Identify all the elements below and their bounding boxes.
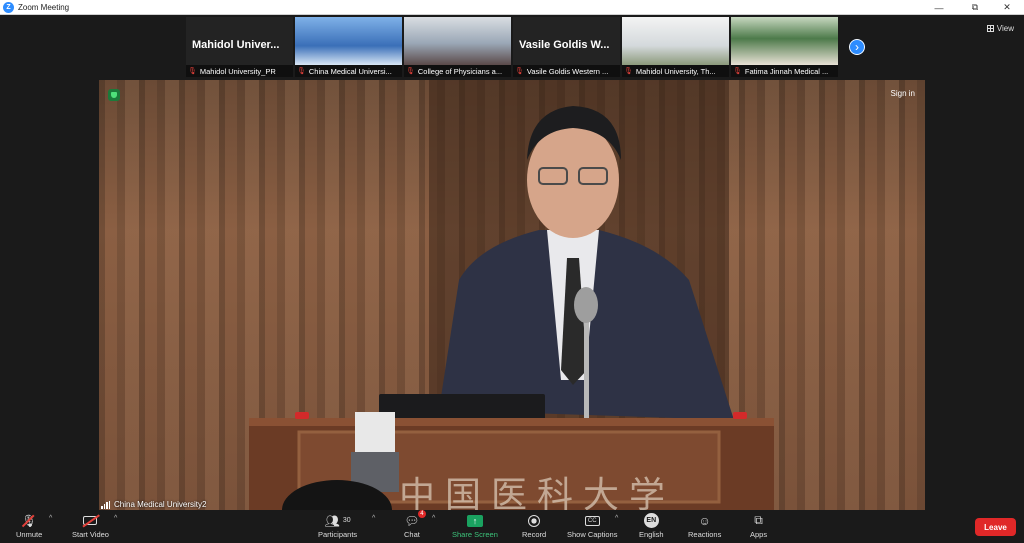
participant-video [404,17,511,65]
maximize-button[interactable]: ⧉ [960,0,990,15]
participant-label: 🎙︎ Mahidol University, Th... [622,65,729,77]
chat-button[interactable]: 💬︎ 4 Chat [404,510,426,539]
english-button[interactable]: EN English [639,512,664,539]
close-button[interactable]: ✕ [992,0,1022,15]
start-video-button[interactable]: Start Video [72,512,109,539]
participant-label-text: College of Physicians a... [417,66,503,76]
share-screen-icon: ↑ [466,514,483,527]
thumbnail-strip: Mahidol Univer... 🎙︎ Mahidol University_P… [186,17,838,77]
speaker-name: China Medical University2 [114,500,207,509]
minimize-button[interactable]: — [924,0,954,15]
show-captions-label: Show Captions [567,530,618,539]
participant-label: 🎙︎ Vasile Goldis Western ... [513,65,620,77]
window-title: Zoom Meeting [18,2,70,12]
participant-video [295,17,402,65]
participant-label: 🎙︎ College of Physicians a... [404,65,511,77]
participant-label-text: Mahidol University_PR [199,66,276,76]
apps-icon: ⧉ [754,513,763,527]
participant-tile[interactable]: Mahidol Univer... 🎙︎ Mahidol University_P… [186,17,293,77]
reactions-icon: ☺︎ [698,513,711,528]
participant-tile[interactable]: 🎙︎ College of Physicians a... [404,17,511,77]
leave-button[interactable]: Leave [975,518,1016,536]
participant-display-name: Vasile Goldis W... [519,39,610,51]
participant-label-text: Mahidol University, Th... [635,66,716,76]
reactions-button[interactable]: ☺︎ Reactions [688,512,722,540]
share-screen-button[interactable]: ↑ Share Screen [452,512,498,539]
reactions-label: Reactions [688,530,722,539]
record-icon [528,512,541,529]
participant-label-text: China Medical Universi... [308,66,392,76]
video-options-chevron-icon[interactable]: ^ [114,515,117,522]
speaker-scene [249,80,774,510]
share-screen-label: Share Screen [452,530,498,539]
participant-tile[interactable]: 🎙︎ Fatima Jinnah Medical ... [731,17,838,77]
captions-icon: CC [584,512,600,529]
participant-label: 🎙︎ Fatima Jinnah Medical ... [731,65,838,77]
mic-muted-icon: 🎙︎ [297,68,306,75]
chat-icon: 💬︎ 4 [404,510,426,528]
speaker-label: China Medical University2 [101,500,206,509]
view-button-label: View [996,24,1014,33]
participant-video [622,17,729,65]
participant-label: 🎙︎ Mahidol University_PR [186,65,293,77]
grid-icon [986,25,994,32]
zoom-logo-icon: Z [3,1,14,13]
chat-badge: 4 [418,510,426,518]
apps-button[interactable]: ⧉ Apps [750,512,767,539]
mic-muted-icon: 🎙︎ [406,68,415,75]
video-off-icon [82,512,101,529]
participant-video [731,17,838,65]
apps-label: Apps [750,530,768,539]
next-page-chevron-icon[interactable]: › [847,37,867,57]
participant-label: 🎙︎ China Medical Universi... [295,65,402,77]
security-shield-icon[interactable] [108,89,120,101]
mic-muted-icon: 🎙︎ [21,512,37,529]
participants-icon: 👥︎ 30 [324,513,351,528]
mic-muted-icon: 🎙︎ [515,68,524,75]
participant-tile[interactable]: 🎙︎ China Medical Universi... [295,17,402,77]
signal-strength-icon [101,501,110,509]
meeting-toolbar: 🎙︎ Unmute ^ Start Video ^ 👥︎30 Participa… [0,510,1024,543]
participant-tile[interactable]: 🎙︎ Mahidol University, Th... [622,17,729,77]
english-label: English [639,530,664,539]
mic-muted-icon: 🎙︎ [733,68,742,75]
record-label: Record [522,530,547,539]
participants-button[interactable]: 👥︎ 30 Participants [318,512,358,540]
unmute-button[interactable]: 🎙︎ Unmute [16,512,43,540]
participant-label-text: Vasile Goldis Western ... [526,66,609,76]
participants-options-chevron-icon[interactable]: ^ [372,515,375,522]
meeting-stage: View Mahidol Univer... 🎙︎ Mahidol Univers… [0,15,1024,510]
podium-engraving: 中国医科大学 [399,475,676,510]
captions-options-chevron-icon[interactable]: ^ [615,515,618,522]
mic-muted-icon: 🎙︎ [188,68,197,75]
language-icon: EN [643,513,659,528]
active-speaker-video: 中国医科大学 Sign in China Medical University2 [99,80,925,510]
participants-count: 30 [342,517,351,524]
audio-options-chevron-icon[interactable]: ^ [49,515,52,522]
participants-label: Participants [318,530,358,539]
record-button[interactable]: Record [522,512,546,539]
start-video-label: Start Video [72,530,109,539]
participant-tile[interactable]: Vasile Goldis W... 🎙︎ Vasile Goldis Weste… [513,17,620,77]
view-button[interactable]: View [986,24,1014,33]
participant-display-name: Mahidol Univer... [192,39,280,51]
chat-options-chevron-icon[interactable]: ^ [432,515,435,522]
sign-in-link[interactable]: Sign in [891,89,915,98]
chat-label: Chat [404,530,420,539]
show-captions-button[interactable]: CC Show Captions [567,512,617,539]
window-titlebar: Z Zoom Meeting [0,0,1024,15]
participant-label-text: Fatima Jinnah Medical ... [744,66,829,76]
unmute-label: Unmute [16,530,43,539]
mic-muted-icon: 🎙︎ [624,68,633,75]
